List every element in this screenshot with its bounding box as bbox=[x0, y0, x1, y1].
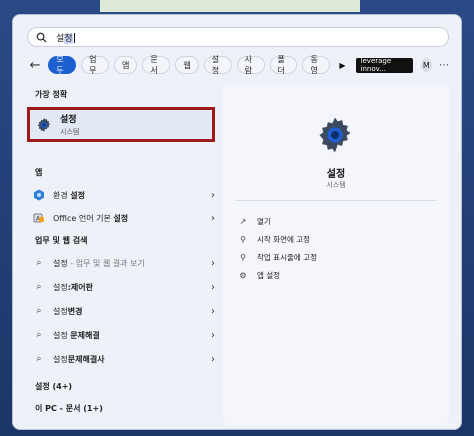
more-options-icon[interactable]: ⋯ bbox=[439, 60, 449, 71]
filter-chip-documents[interactable]: 문서 bbox=[142, 55, 171, 75]
best-match-settings[interactable]: 설정 시스템 bbox=[27, 107, 215, 142]
search-icon: ⌕ bbox=[36, 354, 42, 364]
best-match-header: 가장 정확 bbox=[35, 90, 68, 99]
app-result-environment-settings[interactable]: 환경 설정 › bbox=[31, 185, 221, 205]
filter-chip-settings[interactable]: 설정 bbox=[203, 55, 232, 75]
search-input[interactable]: 설정 bbox=[56, 31, 75, 44]
filter-chip-videos[interactable]: 동영 bbox=[302, 55, 331, 75]
avatar[interactable]: M bbox=[420, 58, 432, 72]
web-result-1[interactable]: ⌕ 설정 - 업무 및 웹 결과 보기 › bbox=[31, 253, 221, 273]
divider bbox=[235, 200, 437, 201]
filter-bar: ← 모두 업무 앱 문서 웹 설정 사람 폴더 동영 ▶ leverage in… bbox=[27, 55, 449, 75]
background-window bbox=[100, 0, 360, 12]
filter-chip-work[interactable]: 업무 bbox=[81, 55, 110, 75]
filter-chip-folders[interactable]: 폴더 bbox=[269, 55, 298, 75]
apps-header: 앱 bbox=[35, 168, 43, 177]
best-match-subtitle: 시스템 bbox=[60, 128, 80, 136]
app-result-office-language[interactable]: A Office 언어 기본 설정 › bbox=[31, 208, 221, 228]
gear-icon bbox=[37, 117, 51, 132]
search-icon: ⌕ bbox=[36, 258, 42, 268]
filter-chip-apps[interactable]: 앱 bbox=[114, 56, 138, 74]
best-match-title: 설정 bbox=[60, 115, 77, 125]
web-result-3[interactable]: ⌕ 설정변경 › bbox=[31, 301, 221, 321]
org-badge[interactable]: leverage innov... bbox=[355, 57, 413, 73]
play-icon[interactable]: ▶ bbox=[339, 61, 345, 70]
search-icon: ⌕ bbox=[36, 282, 42, 292]
environment-settings-icon bbox=[31, 189, 47, 201]
action-open[interactable]: ↗ 열기 bbox=[237, 213, 271, 229]
chevron-right-icon: › bbox=[211, 212, 215, 224]
search-icon: ⌕ bbox=[36, 330, 42, 340]
action-pin-taskbar[interactable]: ⚲ 작업 표시줄에 고정 bbox=[237, 249, 317, 265]
chevron-right-icon: › bbox=[211, 257, 215, 269]
search-icon: ⌕ bbox=[36, 306, 42, 316]
pin-start-icon: ⚲ bbox=[240, 234, 246, 244]
filter-chip-all[interactable]: 모두 bbox=[48, 55, 77, 75]
work-web-header: 업무 및 웹 검색 bbox=[35, 236, 88, 245]
search-selection: 정 bbox=[64, 33, 73, 44]
gear-icon: ⚙ bbox=[239, 270, 247, 280]
chevron-right-icon: › bbox=[211, 305, 215, 317]
details-pane: 설정 시스템 ↗ 열기 ⚲ 시작 화면에 고정 ⚲ 작업 표시줄에 고정 ⚙ 앱… bbox=[223, 85, 449, 425]
open-icon: ↗ bbox=[239, 216, 247, 226]
search-icon bbox=[36, 30, 50, 44]
settings-count-header[interactable]: 설정 (4+) bbox=[35, 381, 72, 392]
details-title: 설정 bbox=[326, 169, 346, 180]
start-search-panel: 설정 ← 모두 업무 앱 문서 웹 설정 사람 폴더 동영 ▶ leverage… bbox=[12, 14, 462, 430]
web-result-4[interactable]: ⌕ 설정 문제해결 › bbox=[31, 325, 221, 345]
action-app-settings[interactable]: ⚙ 앱 설정 bbox=[237, 267, 280, 283]
chevron-right-icon: › bbox=[211, 329, 215, 341]
web-result-2[interactable]: ⌕ 설정:제어판 › bbox=[31, 277, 221, 297]
back-arrow-icon[interactable]: ← bbox=[27, 58, 43, 73]
gear-icon bbox=[319, 117, 351, 153]
filter-chip-web[interactable]: 웹 bbox=[175, 56, 199, 74]
filter-chip-people[interactable]: 사람 bbox=[236, 55, 265, 75]
chevron-right-icon: › bbox=[211, 189, 215, 201]
action-pin-start[interactable]: ⚲ 시작 화면에 고정 bbox=[237, 231, 310, 247]
pin-taskbar-icon: ⚲ bbox=[240, 252, 246, 262]
details-subtitle: 시스템 bbox=[326, 181, 346, 189]
search-box[interactable]: 설정 bbox=[27, 27, 449, 47]
documents-count-header[interactable]: 이 PC - 문서 (1+) bbox=[35, 403, 103, 414]
office-language-icon: A bbox=[31, 212, 47, 224]
web-result-5[interactable]: ⌕ 설정문제해결사 › bbox=[31, 349, 221, 369]
chevron-right-icon: › bbox=[211, 353, 215, 365]
chevron-right-icon: › bbox=[211, 281, 215, 293]
